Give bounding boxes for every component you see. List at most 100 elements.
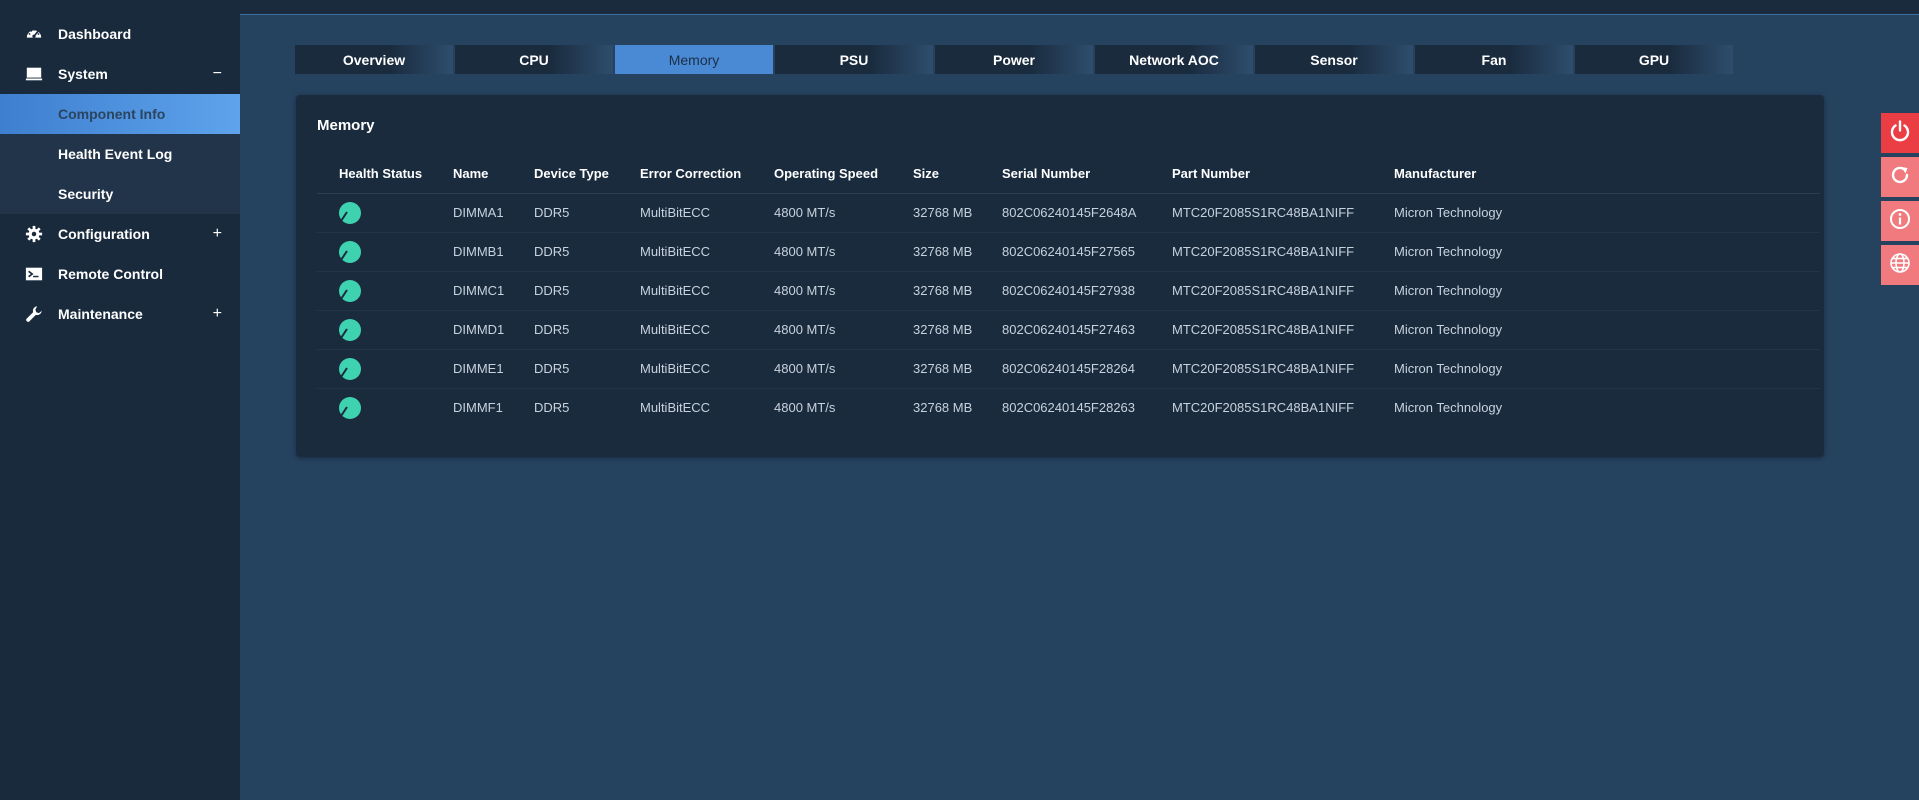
- device-type-cell: DDR5: [534, 349, 640, 389]
- health-ok-icon: [337, 357, 361, 380]
- tab-cpu[interactable]: CPU: [455, 45, 613, 74]
- name-cell: DIMMC1: [453, 271, 534, 311]
- sidebar-item-security[interactable]: Security: [0, 174, 240, 214]
- gauge-icon: [24, 24, 44, 44]
- component-tabs: Overview CPU Memory PSU Power Network AO…: [295, 45, 1735, 74]
- operating-speed-cell: 4800 MT/s: [774, 349, 913, 389]
- wrench-icon: [24, 304, 44, 324]
- health-status-cell: [317, 193, 453, 233]
- tab-memory[interactable]: Memory: [615, 45, 773, 74]
- operating-speed-cell: 4800 MT/s: [774, 193, 913, 233]
- health-status-cell: [317, 349, 453, 389]
- sidebar-item-dashboard[interactable]: Dashboard: [0, 14, 240, 54]
- table-row: DIMMD1 DDR5 MultiBitECC 4800 MT/s 32768 …: [317, 310, 1820, 350]
- expand-toggle[interactable]: +: [213, 294, 222, 334]
- manufacturer-cell: Micron Technology: [1394, 400, 1503, 416]
- tab-power[interactable]: Power: [935, 45, 1093, 74]
- language-button[interactable]: [1881, 245, 1919, 285]
- sidebar-item-maintenance[interactable]: Maintenance +: [0, 294, 240, 334]
- part-number-cell: MTC20F2085S1RC48BA1NIFF: [1172, 310, 1394, 350]
- sidebar-item-remote-control[interactable]: Remote Control: [0, 254, 240, 294]
- error-correction-cell: MultiBitECC: [640, 193, 774, 233]
- collapse-toggle[interactable]: −: [213, 54, 222, 94]
- info-button[interactable]: [1881, 201, 1919, 241]
- refresh-icon: [1888, 163, 1912, 192]
- serial-number-cell: 802C06240145F27463: [1002, 310, 1172, 350]
- name-cell: DIMME1: [453, 349, 534, 389]
- name-cell: DIMMF1: [453, 400, 503, 416]
- health-status-cell: [317, 271, 453, 311]
- memory-table: Health Status Name Device Type Error Cor…: [317, 155, 1820, 427]
- table-row: DIMME1 DDR5 MultiBitECC 4800 MT/s 32768 …: [317, 349, 1820, 389]
- operating-speed-cell: 4800 MT/s: [774, 232, 913, 272]
- top-bar: [240, 0, 1919, 15]
- error-correction-cell: MultiBitECC: [640, 232, 774, 272]
- name-cell: DIMMD1: [453, 310, 534, 350]
- column-header-operating-speed[interactable]: Operating Speed: [774, 155, 913, 194]
- size-cell: 32768 MB: [913, 310, 1002, 350]
- refresh-button[interactable]: [1881, 157, 1919, 197]
- column-header-name[interactable]: Name: [453, 155, 534, 194]
- operating-speed-cell: 4800 MT/s: [774, 310, 913, 350]
- part-number-cell: MTC20F2085S1RC48BA1NIFF: [1172, 193, 1394, 233]
- monitor-icon: [24, 64, 44, 84]
- table-header-row: Health Status Name Device Type Error Cor…: [317, 155, 1820, 194]
- tab-sensor[interactable]: Sensor: [1255, 45, 1413, 74]
- sidebar-item-label: Dashboard: [58, 26, 132, 42]
- device-type-cell: DDR5: [534, 271, 640, 311]
- error-correction-cell: MultiBitECC: [640, 349, 774, 389]
- size-cell: 32768 MB: [913, 232, 1002, 272]
- terminal-icon: [24, 264, 44, 284]
- column-header-device-type[interactable]: Device Type: [534, 155, 640, 194]
- table-row: DIMMC1 DDR5 MultiBitECC 4800 MT/s 32768 …: [317, 271, 1820, 311]
- sidebar-item-label: System: [58, 66, 108, 82]
- column-header-serial-number[interactable]: Serial Number: [1002, 155, 1172, 194]
- sidebar-item-label: Configuration: [58, 226, 150, 242]
- sidebar-item-component-info[interactable]: Component Info: [0, 94, 240, 134]
- memory-panel: Memory Health Status Name Device Type Er…: [296, 95, 1824, 457]
- health-status-cell: [317, 388, 453, 427]
- tab-network-aoc[interactable]: Network AOC: [1095, 45, 1253, 74]
- size-cell: 32768 MB: [913, 193, 1002, 233]
- health-ok-icon: [337, 240, 361, 263]
- column-header-part-number[interactable]: Part Number: [1172, 155, 1394, 194]
- error-correction-cell: MultiBitECC: [640, 400, 711, 416]
- tab-gpu[interactable]: GPU: [1575, 45, 1733, 74]
- tab-overview[interactable]: Overview: [295, 45, 453, 74]
- device-type-cell: DDR5: [534, 193, 640, 233]
- tab-psu[interactable]: PSU: [775, 45, 933, 74]
- health-ok-icon: [337, 396, 361, 419]
- sidebar-item-health-event-log[interactable]: Health Event Log: [0, 134, 240, 174]
- expand-toggle[interactable]: +: [213, 214, 222, 254]
- manufacturer-cell: Micron Technology: [1394, 271, 1820, 311]
- part-number-cell: MTC20F2085S1RC48BA1NIFF: [1172, 232, 1394, 272]
- sidebar-item-system[interactable]: System −: [0, 54, 240, 94]
- part-number-cell: MTC20F2085S1RC48BA1NIFF: [1172, 349, 1394, 389]
- tab-fan[interactable]: Fan: [1415, 45, 1573, 74]
- name-cell: DIMMA1: [453, 193, 534, 233]
- column-header-manufacturer[interactable]: Manufacturer: [1394, 155, 1820, 194]
- error-correction-cell: MultiBitECC: [640, 310, 774, 350]
- health-ok-icon: [337, 279, 361, 302]
- panel-title: Memory: [317, 117, 375, 134]
- health-status-cell: [317, 232, 453, 272]
- sidebar-item-label: Remote Control: [58, 266, 163, 282]
- power-button[interactable]: [1881, 113, 1919, 153]
- device-type-cell: DDR5: [534, 232, 640, 272]
- quick-actions: [1881, 113, 1919, 289]
- manufacturer-cell: Micron Technology: [1394, 349, 1820, 389]
- manufacturer-cell: Micron Technology: [1394, 232, 1820, 272]
- system-submenu: Component Info Health Event Log Security: [0, 94, 240, 214]
- column-header-size[interactable]: Size: [913, 155, 1002, 194]
- sidebar-item-label: Maintenance: [58, 306, 143, 322]
- sidebar-item-configuration[interactable]: Configuration +: [0, 214, 240, 254]
- size-cell: 32768 MB: [913, 271, 1002, 311]
- device-type-cell: DDR5: [534, 400, 570, 416]
- manufacturer-cell: Micron Technology: [1394, 310, 1820, 350]
- column-header-health-status[interactable]: Health Status: [317, 155, 453, 194]
- table-row: DIMMA1 DDR5 MultiBitECC 4800 MT/s 32768 …: [317, 193, 1820, 233]
- app-root: Dashboard System − Component Info Health…: [0, 0, 1919, 800]
- column-header-error-correction[interactable]: Error Correction: [640, 155, 774, 194]
- serial-number-cell: 802C06240145F27938: [1002, 271, 1172, 311]
- sidebar: Dashboard System − Component Info Health…: [0, 0, 240, 800]
